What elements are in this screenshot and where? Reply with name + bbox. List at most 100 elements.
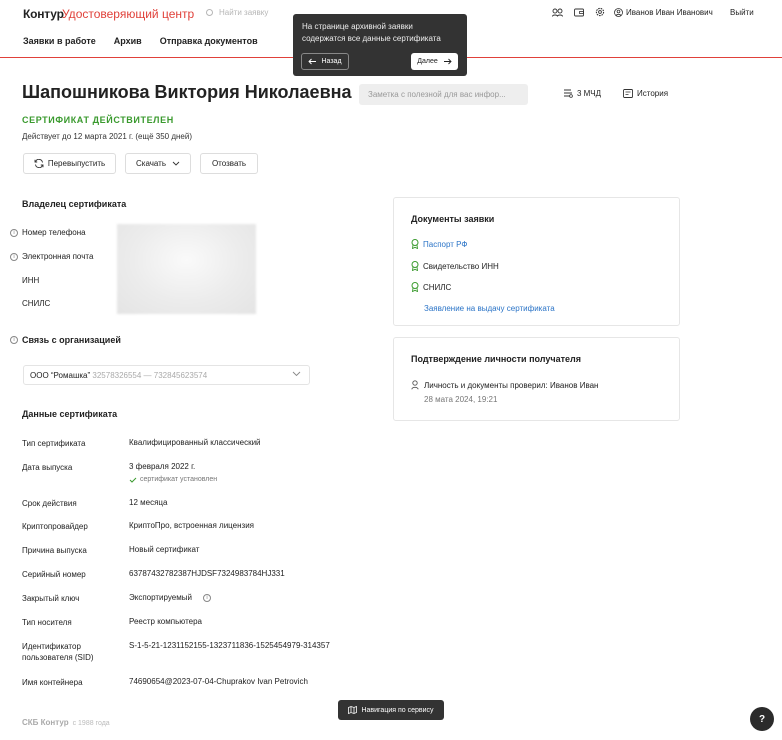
history-label: История xyxy=(637,89,669,98)
tooltip-text: На странице архивной заявки содержатся в… xyxy=(302,22,441,43)
refresh-icon xyxy=(34,159,44,168)
cert-key: Закрытый ключ xyxy=(22,594,80,603)
cert-heading: Данные сертификата xyxy=(22,409,118,419)
check-icon xyxy=(129,477,137,483)
org-ids: 32578326554 — 732845623574 xyxy=(92,371,208,380)
info-icon[interactable]: i xyxy=(10,229,18,237)
cert-value: КриптоПро, встроенная лицензия xyxy=(129,521,255,530)
map-icon xyxy=(348,706,358,714)
search-input[interactable]: Найти заявку xyxy=(206,8,268,17)
users-icon[interactable] xyxy=(552,8,563,17)
cert-value: S-1-5-21-1231152155-1323711836-152545497… xyxy=(129,641,330,650)
identity-check: Личность и документы проверил: Иванов Ив… xyxy=(411,380,598,390)
tooltip-back-button[interactable]: Назад xyxy=(301,53,349,70)
cert-key: Идентификатор пользователя (SID) xyxy=(22,642,94,662)
cert-value: Новый сертификат xyxy=(129,545,200,554)
cert-value: 74690654@2023-07-04-Chuprakov Ivan Petro… xyxy=(129,677,308,686)
revoke-button[interactable]: Отозвать xyxy=(200,153,258,174)
org-select[interactable]: ООО “Ромашка” 32578326554 — 732845623574 xyxy=(23,365,310,385)
footer-company-name: СКБ Контур xyxy=(22,718,69,727)
download-button[interactable]: Скачать xyxy=(125,153,191,174)
user-menu[interactable]: Иванов Иван Иванович xyxy=(614,8,713,17)
main-nav: Заявки в работе Архив Отправка документо… xyxy=(23,36,276,46)
info-icon[interactable]: i xyxy=(10,336,18,344)
certificate-icon xyxy=(411,282,419,292)
cert-key: Серийный номер xyxy=(22,570,86,579)
logo[interactable]: Контур xyxy=(23,7,64,21)
info-icon[interactable]: i xyxy=(10,253,18,261)
cert-key: Тип носителя xyxy=(22,618,72,627)
document-label: СНИЛС xyxy=(423,282,452,292)
history-button[interactable]: История xyxy=(623,89,668,98)
search-icon xyxy=(206,9,213,16)
snils-label: СНИЛС xyxy=(22,299,51,308)
history-icon xyxy=(623,89,633,98)
cert-key: Криптопровайдер xyxy=(22,522,88,531)
owner-heading: Владелец сертификата xyxy=(22,199,127,209)
document-label: Паспорт РФ xyxy=(423,239,468,249)
valid-until: Действует до 12 марта 2021 г. (ещё 350 д… xyxy=(22,132,192,141)
documents-card: Документы заявки Паспорт РФ Свидетельств… xyxy=(393,197,680,326)
cert-key: Имя контейнера xyxy=(22,678,83,687)
footer-company: СКБ Контур с 1988 года xyxy=(22,718,110,727)
arrow-left-icon xyxy=(308,58,317,65)
user-name: Иванов Иван Иванович xyxy=(626,8,713,17)
logo-product[interactable]: Удостоверяющий центр xyxy=(62,7,194,21)
org-heading: Связь с организацией xyxy=(22,335,121,345)
chevron-down-icon xyxy=(172,161,180,166)
document-label: Свидетельство ИНН xyxy=(423,261,499,271)
documents-heading: Документы заявки xyxy=(411,214,495,224)
nav-item-in-work[interactable]: Заявки в работе xyxy=(23,36,96,46)
mchd-icon xyxy=(564,89,573,98)
onboarding-tooltip: На странице архивной заявки содержатся в… xyxy=(293,14,467,76)
inn-label: ИНН xyxy=(22,276,40,285)
nav-item-archive[interactable]: Архив xyxy=(114,36,142,46)
logout-link[interactable]: Выйти xyxy=(730,8,754,17)
reissue-label: Перевыпустить xyxy=(47,159,106,168)
footer-since: с 1988 года xyxy=(72,720,110,727)
info-icon[interactable]: i xyxy=(203,594,211,602)
identity-date: 28 мата 2024, 19:21 xyxy=(424,395,498,404)
status-badge: СЕРТИФИКАТ ДЕЙСТВИТЕЛЕН xyxy=(22,115,174,125)
wallet-icon[interactable] xyxy=(574,8,584,17)
document-item[interactable]: Паспорт РФ xyxy=(411,239,467,249)
cert-value: Реестр компьютера xyxy=(129,617,203,626)
cert-key: Причина выпуска xyxy=(22,546,87,555)
gear-icon[interactable] xyxy=(595,7,605,17)
document-item[interactable]: Свидетельство ИНН xyxy=(411,261,499,271)
identity-text: Личность и документы проверил: Иванов Ив… xyxy=(424,380,599,390)
page-title: Шапошникова Виктория Николаевна xyxy=(22,82,352,102)
installed-note: сертификат установлен xyxy=(129,476,217,483)
identity-card: Подтверждение личности получателя Личнос… xyxy=(393,337,680,421)
header-icons xyxy=(552,7,616,17)
reissue-button[interactable]: Перевыпустить xyxy=(23,153,116,174)
download-label: Скачать xyxy=(136,159,166,168)
cert-key: Дата выпуска xyxy=(22,463,73,472)
tooltip-next-button[interactable]: Далее xyxy=(411,53,458,70)
arrow-right-icon xyxy=(443,58,452,65)
chevron-down-icon xyxy=(292,371,301,377)
application-link[interactable]: Заявление на выдачу сертификата xyxy=(424,304,555,313)
owner-data-blurred xyxy=(117,224,256,314)
cert-value: 63787432782387HJDSF7324983784HJ331 xyxy=(129,569,285,578)
cert-key: Тип сертификата xyxy=(22,439,86,448)
help-button[interactable]: ? xyxy=(750,707,774,731)
certificate-icon xyxy=(411,239,419,249)
document-item[interactable]: СНИЛС xyxy=(411,282,451,292)
cert-key: Срок действия xyxy=(22,499,77,508)
mchd-button[interactable]: 3 МЧД xyxy=(563,89,601,98)
cert-value: 12 месяца xyxy=(129,498,168,507)
org-name: ООО “Ромашка” xyxy=(30,371,91,380)
installed-label: сертификат установлен xyxy=(140,476,218,483)
tooltip-next-label: Далее xyxy=(417,58,438,65)
certificate-icon xyxy=(411,261,419,271)
service-navigation-label: Навигация по сервису xyxy=(361,706,434,714)
tooltip-back-label: Назад xyxy=(321,58,342,65)
search-placeholder: Найти заявку xyxy=(219,8,269,17)
user-icon xyxy=(614,8,623,17)
service-navigation-button[interactable]: Навигация по сервису xyxy=(338,700,444,720)
nav-item-send-docs[interactable]: Отправка документов xyxy=(160,36,258,46)
identity-heading: Подтверждение личности получателя xyxy=(411,354,582,364)
note-input[interactable]: Заметка с полезной для вас инфор... xyxy=(359,84,528,105)
cert-value: Квалифицированный классический xyxy=(129,438,261,447)
